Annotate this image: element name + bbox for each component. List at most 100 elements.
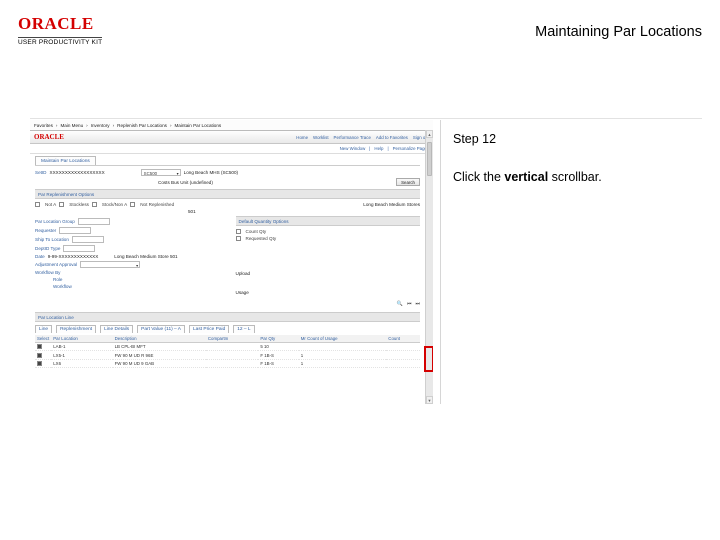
row-mr: 1 <box>299 351 387 359</box>
oracle-logo: ORACLE <box>18 14 102 34</box>
th-comp: Compartm <box>206 335 258 343</box>
f1-inp[interactable] <box>59 227 91 234</box>
f2-inp[interactable] <box>72 236 104 243</box>
repl-opts-row: Not A Stockless Stock/Non A Not Replenis… <box>35 202 420 207</box>
section-repl-options: Par Replenishment Options <box>35 189 420 199</box>
mid-usage: Usage <box>236 290 249 295</box>
tab-maintain-par[interactable]: Maintain Par Locations <box>35 156 96 165</box>
f1-lbl: Requester <box>35 228 56 233</box>
section-default-qty: Default Quantity Options <box>236 216 421 226</box>
header-row-2: Costs Bus Unit (undefined) Search <box>35 178 420 186</box>
crumb-0[interactable]: Favorites <box>34 123 53 128</box>
par-line-table: Select Par Location Description Compartm… <box>35 335 420 368</box>
repl-opt-0-cb[interactable] <box>35 202 40 207</box>
scroll-up-arrow[interactable]: ▲ <box>426 130 433 138</box>
scroll-down-arrow[interactable]: ▼ <box>426 396 433 404</box>
f3-inp[interactable] <box>63 245 95 252</box>
bu-select[interactable]: SC500 <box>141 169 181 176</box>
top-link-perf[interactable]: Performance Trace <box>334 135 371 140</box>
ltab-1[interactable]: Replenishment <box>56 325 96 333</box>
row-par: F 1B-S <box>258 351 298 359</box>
last-icon[interactable]: ⏭ <box>415 301 420 307</box>
row-par: 5 10 <box>258 343 298 351</box>
f0-lbl: Par Location Group <box>35 219 75 224</box>
repl-opt-1: Stockless <box>69 202 89 207</box>
f7-lbl: Role <box>53 277 62 282</box>
app-body: Maintain Par Locations SetID XXXXXXXXXXX… <box>30 154 425 404</box>
f3-lbl: DeptID Type <box>35 246 60 251</box>
instruction-text: Click the vertical scrollbar. <box>453 170 690 184</box>
row-desc: LB CPL-BI MFT <box>113 343 206 351</box>
right-fields: Default Quantity Options Count Qty Reque… <box>236 216 421 309</box>
brand-sub: USER PRODUCTIVITY KIT <box>18 37 102 46</box>
th-mr: Mr Count of Usage <box>299 335 387 343</box>
gl-name: Costs Bus Unit (undefined) <box>158 180 213 185</box>
table-row: LX5-1FW 90 M UD R 96EF 1B-S1 <box>35 351 420 359</box>
header-row-1: SetID XXXXXXXXXXXXXXXXXX SC500 Long Beac… <box>35 169 420 176</box>
app-screenshot: Favorites› Main Menu› Inventory› Repleni… <box>30 120 433 404</box>
table-row: LX6FW 90 M UD 9 GABF 1B-S1 <box>35 359 420 367</box>
link-help[interactable]: Help <box>374 146 383 151</box>
f5-lbl: Adjustment Approval <box>35 262 77 267</box>
ltab-3[interactable]: Part Value (11) – A <box>137 325 185 333</box>
instruction-panel: Step 12 Click the vertical scrollbar. <box>440 120 702 404</box>
oracle-mini-logo: ORACLE <box>34 133 64 141</box>
link-personalize[interactable]: Personalize Page <box>393 146 427 151</box>
app-header-bar: ORACLE Home Worklist Performance Trace A… <box>30 131 433 144</box>
th-par: Par Qty <box>258 335 298 343</box>
ltab-2[interactable]: Line Details <box>100 325 133 333</box>
crumb-2[interactable]: Inventory <box>91 123 110 128</box>
f2-lbl: Ship To Location <box>35 237 69 242</box>
f5-sel[interactable] <box>80 261 140 268</box>
row-select-cb[interactable] <box>37 344 42 349</box>
bu-name: Long Beach MHS (SC500) <box>184 170 238 175</box>
row-desc: FW 90 M UD R 96E <box>113 351 206 359</box>
divider <box>30 118 702 119</box>
rqty-0-cb[interactable] <box>236 229 241 234</box>
mid-upload: Upload <box>236 271 251 276</box>
row-comp <box>206 343 258 351</box>
row-select-cb[interactable] <box>37 353 42 358</box>
f0-inp[interactable] <box>78 218 110 225</box>
first-icon[interactable]: ⏮ <box>407 301 412 307</box>
section-par-line: Par Location Line <box>35 312 420 322</box>
vertical-scrollbar[interactable]: ▲ ▼ <box>425 130 433 404</box>
row-mr: 1 <box>299 359 387 367</box>
repl-opt-0: Not A <box>45 202 56 207</box>
page-title: Maintaining Par Locations <box>535 24 702 40</box>
th-cnt: Count <box>386 335 420 343</box>
scroll-thumb[interactable] <box>427 142 432 176</box>
row-comp <box>206 351 258 359</box>
instr-post: scrollbar. <box>548 170 602 184</box>
rqty-1-cb[interactable] <box>236 236 241 241</box>
sub-links-bar: New Window| Help| Personalize Page <box>30 144 433 154</box>
left-fields: Par Location Group Requester Ship To Loc… <box>35 216 220 309</box>
top-link-home[interactable]: Home <box>296 135 308 140</box>
row-loc: LAB-1 <box>51 343 112 351</box>
repl-opt-1-cb[interactable] <box>59 202 64 207</box>
crumb-4[interactable]: Maintain Par Locations <box>174 123 221 128</box>
row-par: F 1B-S <box>258 359 298 367</box>
row-cnt <box>386 343 420 351</box>
search-button[interactable]: Search <box>396 178 420 186</box>
magnify-icon[interactable]: 🔍 <box>397 301 403 307</box>
crumb-3[interactable]: Replenish Par Locations <box>117 123 167 128</box>
repl-opt-3-cb[interactable] <box>130 202 135 207</box>
rqty-1: Requested Qty <box>246 236 277 241</box>
top-link-fav[interactable]: Add to Favorites <box>376 135 408 140</box>
row-desc: FW 90 M UD 9 GAB <box>113 359 206 367</box>
link-new-window[interactable]: New Window <box>340 146 366 151</box>
crumb-1[interactable]: Main Menu <box>60 123 83 128</box>
top-link-worklist[interactable]: Worklist <box>313 135 329 140</box>
ltab-0[interactable]: Line <box>35 325 52 333</box>
instr-pre: Click the <box>453 170 504 184</box>
repl-opt-2: Stock/Non A <box>102 202 127 207</box>
ltab-5[interactable]: 12 – L <box>233 325 254 333</box>
repl-opt-3: Not Replenished <box>140 202 174 207</box>
f4-val: 9-99-XXXXXXXXXXXXX <box>48 254 99 259</box>
row-select-cb[interactable] <box>37 361 42 366</box>
repl-opt-2-cb[interactable] <box>92 202 97 207</box>
row-cnt <box>386 359 420 367</box>
table-header-row: Select Par Location Description Compartm… <box>35 335 420 343</box>
ltab-4[interactable]: Last Price Paid <box>189 325 229 333</box>
